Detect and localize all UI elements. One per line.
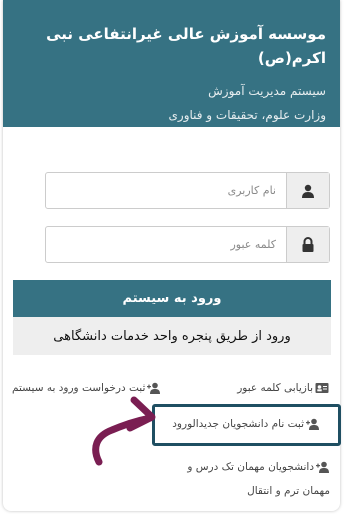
annotation-arrow — [92, 396, 156, 466]
